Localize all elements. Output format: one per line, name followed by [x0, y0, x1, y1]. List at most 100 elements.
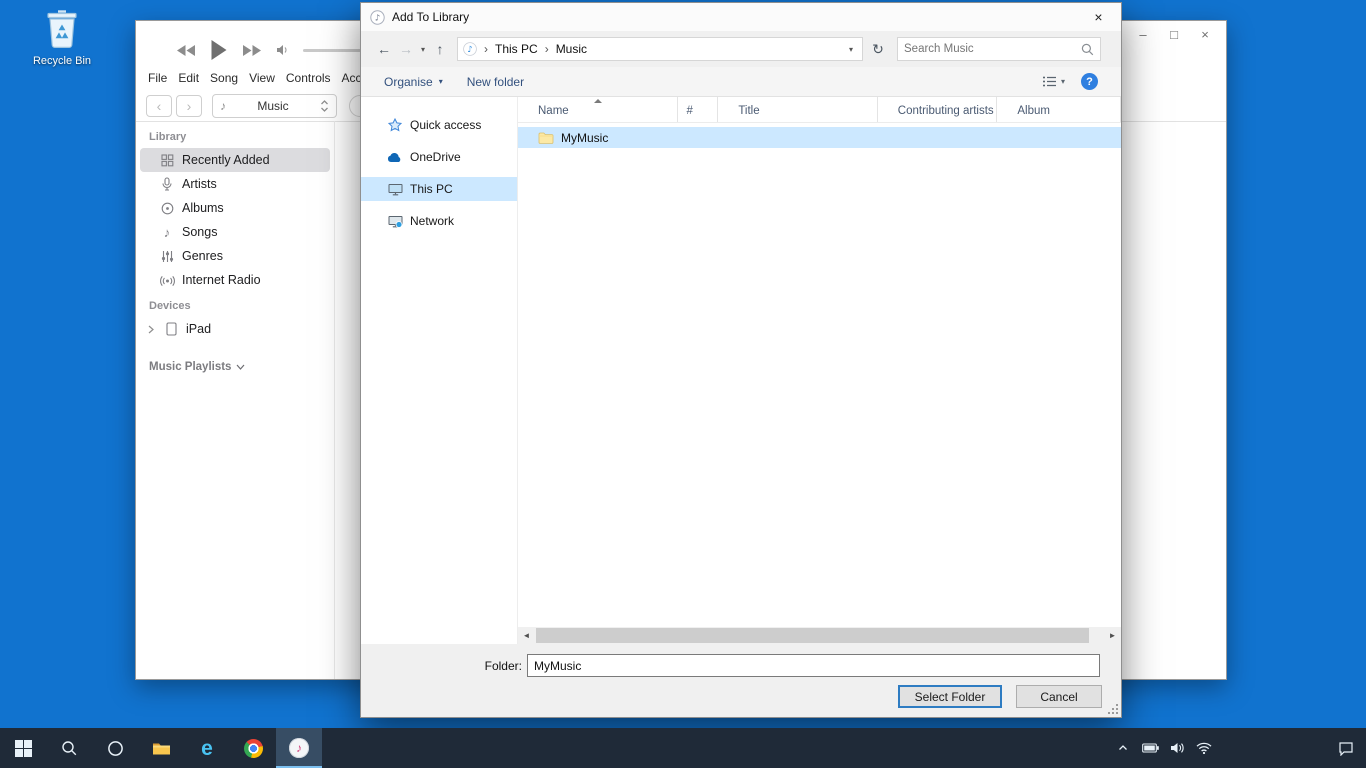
column-header-title[interactable]: Title: [718, 97, 877, 122]
media-kind-label: Music: [232, 99, 314, 113]
tray-network[interactable]: [1194, 728, 1214, 768]
library-item-label: Internet Radio: [182, 273, 261, 287]
devices-header: Devices: [149, 300, 334, 312]
taskbar: e♪: [0, 728, 1366, 768]
library-item-artists[interactable]: Artists: [140, 172, 330, 196]
music-playlists-header[interactable]: Music Playlists: [149, 361, 334, 373]
nav-forward-button[interactable]: →: [395, 41, 417, 57]
library-item-genres[interactable]: Genres: [140, 244, 330, 268]
add-to-library-dialog: ♪ Add To Library × ← → ▾ ↑ ♪›This PC›Mus…: [360, 2, 1122, 718]
taskbar-internet-explorer[interactable]: e: [184, 728, 230, 768]
next-track-button[interactable]: [242, 44, 262, 57]
recycle-bin[interactable]: Recycle Bin: [26, 8, 98, 67]
nav-item-quick-access[interactable]: Quick access: [361, 113, 517, 137]
library-item-songs[interactable]: ♪Songs: [140, 220, 330, 244]
organise-button[interactable]: Organise ▾: [384, 75, 443, 89]
list-view-icon: [1042, 75, 1057, 88]
play-button[interactable]: [210, 39, 228, 61]
new-folder-label: New folder: [467, 75, 524, 89]
forward-button[interactable]: ›: [176, 95, 202, 117]
column-header-name[interactable]: Name: [518, 97, 678, 122]
folder-input[interactable]: [527, 654, 1100, 677]
library-item-albums[interactable]: Albums: [140, 196, 330, 220]
column-header-album[interactable]: Album: [997, 97, 1121, 122]
back-button[interactable]: ‹: [146, 95, 172, 117]
mic-icon: [158, 177, 176, 191]
search-box[interactable]: [897, 37, 1101, 61]
menu-file[interactable]: File: [148, 71, 167, 87]
tray-volume[interactable]: [1167, 728, 1187, 768]
column-header-contributing-artists[interactable]: Contributing artists: [878, 97, 998, 122]
minimize-button[interactable]: –: [1136, 27, 1150, 42]
action-center-button[interactable]: [1338, 728, 1354, 768]
winlogo-icon: [15, 740, 32, 757]
nav-item-network[interactable]: Network: [361, 209, 517, 233]
column-label: Name: [538, 105, 569, 117]
library-item-internet-radio[interactable]: Internet Radio: [140, 268, 330, 292]
menu-edit[interactable]: Edit: [178, 71, 199, 87]
dialog-close-button[interactable]: ×: [1076, 3, 1121, 31]
scrollbar-thumb[interactable]: [536, 628, 1089, 643]
resize-grip[interactable]: [1107, 703, 1119, 715]
taskbar-chrome[interactable]: [230, 728, 276, 768]
ie-icon: e: [201, 738, 213, 759]
cortana-icon: [107, 740, 124, 757]
view-toggle-button[interactable]: ▾: [1042, 75, 1065, 88]
nav-item-this-pc[interactable]: This PC: [361, 177, 517, 201]
chevron-right-icon: [146, 325, 156, 334]
taskbar-start[interactable]: [0, 728, 46, 768]
radio-icon: [158, 274, 176, 286]
previous-track-button[interactable]: [176, 44, 196, 57]
column-header-number[interactable]: #: [678, 97, 718, 122]
star-icon: [387, 118, 403, 132]
music-note-icon: ♪: [220, 99, 226, 113]
breadcrumb-separator: ›: [538, 42, 556, 56]
scroll-left-icon[interactable]: ◄: [518, 627, 535, 644]
address-row: ← → ▾ ↑ ♪›This PC›Music▾ ↻: [361, 31, 1121, 67]
svg-text:♪: ♪: [375, 13, 380, 23]
taskbar-file-explorer[interactable]: [138, 728, 184, 768]
battery-icon: [1142, 743, 1159, 753]
taskbar-itunes[interactable]: ♪: [276, 728, 322, 768]
search-input[interactable]: [904, 43, 1081, 55]
maximize-button[interactable]: □: [1167, 27, 1181, 42]
nav-item-onedrive[interactable]: OneDrive: [361, 145, 517, 169]
nav-item-label: Network: [410, 214, 454, 228]
menu-view[interactable]: View: [249, 71, 275, 87]
itunes-sidebar: Library Recently AddedArtistsAlbums♪Song…: [136, 121, 334, 679]
cancel-button[interactable]: Cancel: [1016, 685, 1102, 708]
selector-arrows-icon: [320, 99, 329, 113]
tray-hidden-icons[interactable]: [1113, 728, 1133, 768]
itunes-nav-row: ‹ › ♪ Music: [146, 94, 389, 118]
breadcrumb-music[interactable]: Music: [556, 42, 587, 56]
new-folder-button[interactable]: New folder: [467, 75, 524, 89]
refresh-button[interactable]: ↻: [867, 41, 889, 58]
scroll-right-icon[interactable]: ►: [1104, 627, 1121, 644]
help-button[interactable]: ?: [1081, 73, 1098, 90]
menu-song[interactable]: Song: [210, 71, 238, 87]
taskbar-search[interactable]: [46, 728, 92, 768]
nav-back-button[interactable]: ←: [373, 41, 395, 57]
dialog-title-bar: ♪ Add To Library ×: [361, 3, 1121, 31]
breadcrumb-this-pc[interactable]: This PC: [495, 42, 538, 56]
taskbar-cortana[interactable]: [92, 728, 138, 768]
file-row-mymusic[interactable]: MyMusic: [518, 127, 1121, 148]
speaker-icon: [1170, 742, 1185, 754]
media-kind-selector[interactable]: ♪ Music: [212, 94, 337, 118]
note-icon: ♪: [158, 225, 176, 240]
chevron-down-icon: [236, 364, 245, 370]
column-label: #: [686, 105, 692, 117]
menu-controls[interactable]: Controls: [286, 71, 331, 87]
up-one-level-button[interactable]: ↑: [429, 41, 451, 57]
dialog-footer: Folder: Select Folder Cancel: [361, 644, 1121, 717]
select-folder-button[interactable]: Select Folder: [898, 685, 1002, 708]
recent-locations-button[interactable]: ▾: [417, 45, 429, 54]
horizontal-scrollbar[interactable]: ◄ ►: [518, 627, 1121, 644]
scrollbar-track[interactable]: [535, 627, 1104, 644]
library-item-recently-added[interactable]: Recently Added: [140, 148, 330, 172]
close-button[interactable]: ×: [1198, 27, 1212, 42]
address-bar[interactable]: ♪›This PC›Music▾: [457, 37, 863, 61]
address-dropdown-icon[interactable]: ▾: [849, 45, 857, 54]
device-ipad[interactable]: iPad: [140, 317, 330, 341]
tray-battery[interactable]: [1140, 728, 1160, 768]
